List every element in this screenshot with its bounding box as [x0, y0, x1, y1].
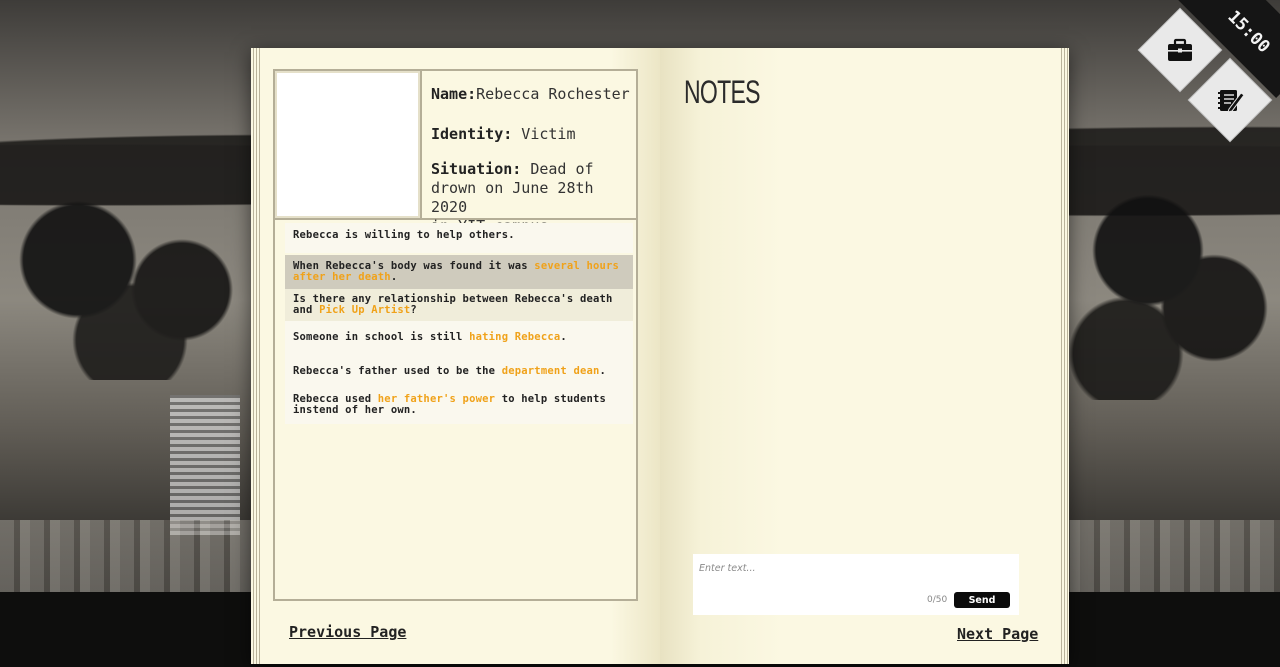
- clue-item[interactable]: Rebecca used her father's power to help …: [285, 389, 633, 424]
- situation-value-2: drown on June 28th 2020: [431, 179, 594, 216]
- notebook: Name:Rebecca Rochester Identity: Victim …: [251, 48, 1069, 664]
- name-label: Name:: [431, 85, 477, 103]
- clue-item[interactable]: Someone in school is still hating Rebecc…: [285, 321, 633, 354]
- character-counter: 0/50: [927, 595, 948, 605]
- name-value: Rebecca Rochester: [476, 85, 630, 103]
- book-edge-right: [1059, 48, 1069, 664]
- notes-input[interactable]: [699, 560, 999, 576]
- send-button[interactable]: Send: [954, 592, 1010, 608]
- next-page-link[interactable]: Next Page: [957, 625, 1038, 643]
- profile-photo: [275, 71, 422, 220]
- identity-value: Victim: [512, 125, 576, 143]
- profile-info: Name:Rebecca Rochester Identity: Victim …: [422, 71, 636, 235]
- notes-title: NOTES: [684, 74, 760, 110]
- situation-label: Situation:: [431, 160, 522, 178]
- name-line: Name:Rebecca Rochester: [431, 85, 630, 104]
- previous-page-link[interactable]: Previous Page: [289, 623, 406, 641]
- right-page: NOTES 0/50 Send Next Page: [660, 48, 1069, 664]
- identity-label: Identity:: [431, 125, 513, 143]
- clue-item-selected[interactable]: When Rebecca's body was found it was sev…: [285, 255, 633, 289]
- notebook-pencil-icon: [1218, 90, 1245, 113]
- briefcase-icon: [1168, 38, 1192, 61]
- background-trees-left: [0, 180, 260, 380]
- background-sign: [170, 395, 240, 535]
- situation-value-1: Dead of: [521, 160, 594, 178]
- book-edge-left: [251, 48, 261, 664]
- notes-input-box: 0/50 Send: [693, 554, 1019, 615]
- clue-item[interactable]: Is there any relationship between Rebecc…: [285, 289, 633, 321]
- clue-item[interactable]: Rebecca is willing to help others.: [285, 223, 633, 253]
- background-trees-right: [1060, 170, 1280, 400]
- clue-list: Rebecca is willing to help others. When …: [285, 223, 633, 424]
- identity-line: Identity: Victim: [431, 125, 576, 144]
- profile-card: Name:Rebecca Rochester Identity: Victim …: [273, 69, 638, 601]
- left-page: Name:Rebecca Rochester Identity: Victim …: [251, 48, 660, 664]
- clue-item[interactable]: Rebecca's father used to be the departme…: [285, 354, 633, 389]
